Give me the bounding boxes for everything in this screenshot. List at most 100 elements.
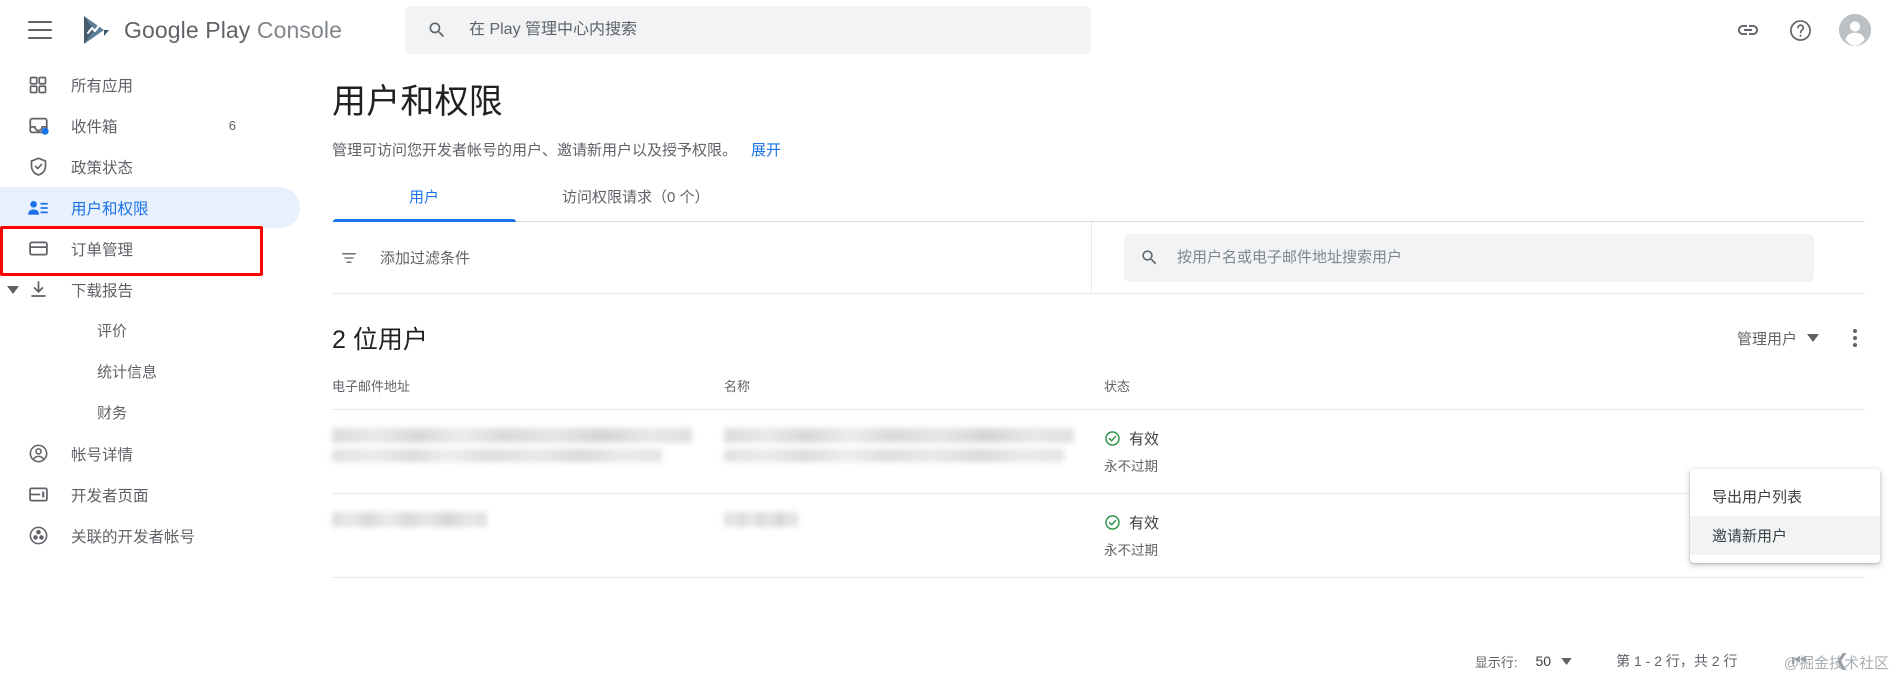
- search-icon: [1140, 248, 1159, 267]
- menu-item-label: 邀请新用户: [1712, 528, 1788, 545]
- search-icon: [427, 20, 447, 40]
- sidebar-item-label: 开发者页面: [71, 487, 149, 505]
- more-vert-icon[interactable]: [1845, 323, 1865, 353]
- pagination-bar: 显示行: 50 第 1 - 2 行，共 2 行 ⏮ ❮: [1475, 651, 1863, 671]
- users-table: 电子邮件地址 名称 状态 有效 永不过期 有效 永不过期: [332, 376, 1865, 578]
- apps-grid-icon: [26, 75, 50, 95]
- account-avatar[interactable]: [1839, 14, 1871, 46]
- add-filter-label: 添加过滤条件: [380, 250, 471, 267]
- cell-status: 有效 永不过期: [1104, 493, 1524, 578]
- help-icon[interactable]: [1787, 17, 1813, 43]
- chevron-down-icon: [1561, 657, 1572, 665]
- status-text: 有效: [1129, 515, 1160, 532]
- menu-item-export-user-list[interactable]: 导出用户列表: [1690, 477, 1880, 516]
- sidebar-item-label: 收件箱: [71, 118, 118, 136]
- menu-item-invite-new-user[interactable]: 邀请新用户: [1690, 516, 1880, 555]
- brand-title: Google Play Console: [124, 17, 342, 44]
- sidebar-item-developer-page[interactable]: 开发者页面: [0, 474, 300, 515]
- menu-item-label: 导出用户列表: [1712, 489, 1803, 506]
- global-search[interactable]: [405, 6, 1091, 54]
- status-text: 有效: [1129, 431, 1160, 448]
- column-header-name: 名称: [724, 376, 1104, 410]
- user-list-header: 2 位用户 管理用户: [332, 320, 1865, 356]
- table-row[interactable]: 有效 永不过期: [332, 493, 1865, 578]
- chevron-down-icon[interactable]: [0, 285, 26, 294]
- status-expiry: 永不过期: [1104, 543, 1158, 558]
- sidebar-item-all-apps[interactable]: 所有应用: [0, 64, 300, 105]
- page-description-text: 管理可访问您开发者帐号的用户、邀请新用户以及授予权限。: [332, 142, 738, 159]
- sidebar-item-label: 帐号详情: [71, 446, 134, 464]
- tab-label: 用户: [408, 189, 439, 206]
- tab-label: 访问权限请求（0 个）: [562, 189, 710, 206]
- tab-bar: 用户 访问权限请求（0 个）: [332, 186, 1865, 222]
- rows-per-page-select[interactable]: 50: [1536, 653, 1573, 669]
- linked-accounts-icon: [26, 525, 50, 546]
- chevron-down-icon: [1807, 334, 1819, 342]
- download-icon: [26, 279, 50, 300]
- sidebar-item-label: 订单管理: [71, 241, 134, 259]
- page-title: 用户和权限: [332, 83, 503, 121]
- developer-page-icon: [26, 484, 50, 505]
- inbox-badge-count: 6: [228, 118, 236, 133]
- filter-icon: [340, 249, 358, 267]
- sidebar-item-label: 政策状态: [71, 159, 134, 177]
- sidebar-item-order-management[interactable]: 订单管理: [0, 228, 300, 269]
- add-filter-button[interactable]: 添加过滤条件: [332, 222, 1092, 293]
- column-header-email: 电子邮件地址: [332, 376, 724, 410]
- rows-per-page-value: 50: [1535, 653, 1552, 669]
- body-row: 所有应用 收件箱 6 政策状态 用户和权限 订单管理 下载报告 评价 统计信息 …: [0, 60, 1897, 677]
- sidebar-item-label: 关联的开发者帐号: [71, 528, 196, 546]
- user-count-label: 2 位用户: [332, 326, 428, 354]
- status-badge: 有效: [1104, 428, 1524, 449]
- manage-users-label: 管理用户: [1736, 330, 1797, 348]
- table-row[interactable]: 有效 永不过期: [332, 409, 1865, 494]
- tab-access-requests[interactable]: 访问权限请求（0 个）: [562, 186, 710, 221]
- page-description: 管理可访问您开发者帐号的用户、邀请新用户以及授予权限。 展开: [332, 139, 1897, 160]
- redacted-name-line2: [724, 449, 1064, 462]
- first-page-icon[interactable]: ⏮: [1777, 651, 1820, 671]
- column-header-status: 状态: [1104, 376, 1524, 410]
- sidebar-item-users-permissions[interactable]: 用户和权限: [0, 187, 300, 228]
- brand-logo-link[interactable]: Google Play Console: [82, 14, 342, 46]
- expand-link[interactable]: 展开: [751, 142, 781, 159]
- sidebar-item-financial[interactable]: 财务: [0, 392, 300, 433]
- app-root: Google Play Console 在 Play 管理中心内搜索 所有应用 …: [0, 0, 1897, 677]
- manage-users-dropdown[interactable]: 管理用户: [1737, 328, 1819, 349]
- users-permissions-icon: [26, 197, 50, 219]
- brand-title-primary: Google Play: [124, 16, 251, 43]
- cell-status: 有效 永不过期: [1104, 409, 1524, 494]
- user-search-box[interactable]: [1124, 233, 1814, 282]
- link-icon[interactable]: [1735, 17, 1761, 43]
- status-badge: 有效: [1104, 512, 1524, 533]
- hamburger-icon[interactable]: [28, 21, 52, 39]
- sidebar-item-linked-developer-accounts[interactable]: 关联的开发者帐号: [0, 515, 300, 556]
- rows-per-page-label: 显示行:: [1474, 654, 1518, 670]
- pagination-range: 第 1 - 2 行，共 2 行: [1616, 653, 1738, 669]
- prev-page-icon[interactable]: ❮: [1821, 651, 1863, 671]
- shield-check-icon: [26, 156, 50, 177]
- users-table-head: 电子邮件地址 名称 状态: [332, 376, 1865, 410]
- cell-name: [724, 409, 1104, 494]
- account-circle-icon: [26, 443, 50, 464]
- sidebar-item-label: 用户和权限: [71, 200, 149, 218]
- inbox-icon: [26, 115, 50, 136]
- main-content: 用户和权限 管理可访问您开发者帐号的用户、邀请新用户以及授予权限。 展开 用户 访…: [300, 60, 1897, 677]
- sidebar-item-reviews[interactable]: 评价: [0, 310, 300, 351]
- cell-name: [724, 493, 1104, 578]
- sidebar-item-label: 评价: [97, 323, 128, 340]
- tab-users[interactable]: 用户: [333, 186, 516, 222]
- sidebar-item-download-reports[interactable]: 下载报告: [0, 269, 300, 310]
- global-search-input[interactable]: [469, 21, 1075, 39]
- google-play-console-logo-icon: [82, 14, 112, 46]
- sidebar: 所有应用 收件箱 6 政策状态 用户和权限 订单管理 下载报告 评价 统计信息 …: [0, 60, 300, 677]
- user-search-input[interactable]: [1177, 249, 1798, 266]
- sidebar-item-policy-status[interactable]: 政策状态: [0, 146, 300, 187]
- sidebar-item-account-details[interactable]: 帐号详情: [0, 433, 300, 474]
- redacted-email: [332, 512, 487, 527]
- list-actions: 管理用户: [1737, 323, 1865, 353]
- sidebar-item-inbox[interactable]: 收件箱 6: [0, 105, 300, 146]
- check-circle-icon: [1104, 514, 1121, 531]
- cell-email: [332, 409, 724, 494]
- redacted-name: [724, 428, 1074, 443]
- sidebar-item-statistics[interactable]: 统计信息: [0, 351, 300, 392]
